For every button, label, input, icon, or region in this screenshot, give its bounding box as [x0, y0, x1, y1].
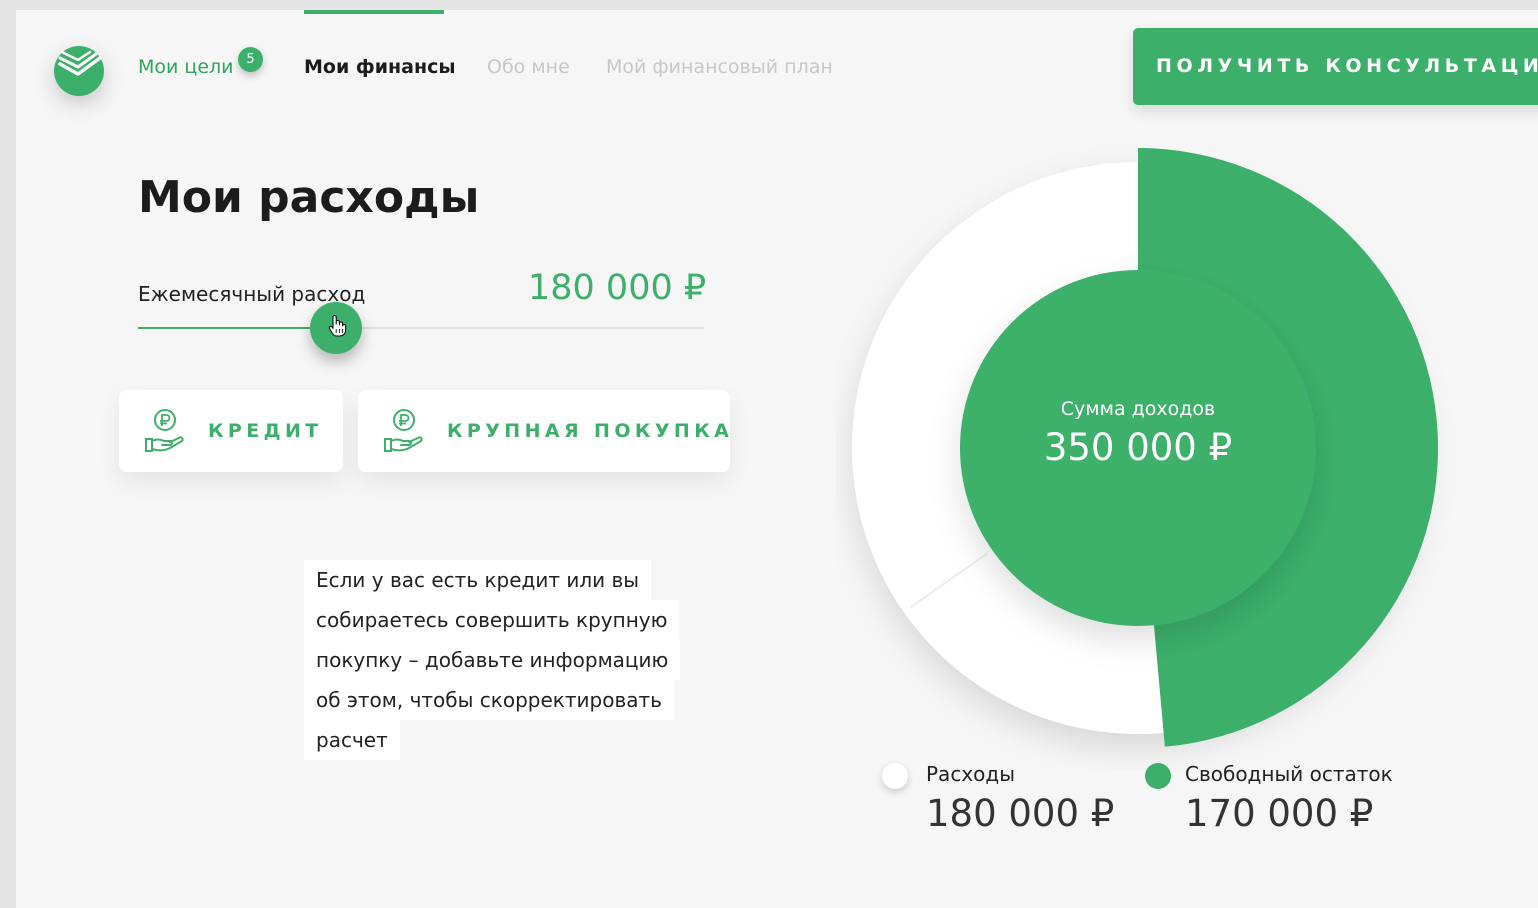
income-total-label: Сумма доходов: [1060, 398, 1216, 420]
monthly-expense-value: 180 000 ₽: [528, 268, 707, 308]
nav-item-goals[interactable]: Мои цели: [138, 56, 234, 78]
ruble-hand-icon: [145, 409, 184, 452]
get-consultation-button[interactable]: ПОЛУЧИТЬ КОНСУЛЬТАЦИЮ: [1133, 28, 1538, 105]
nav-item-about[interactable]: Обо мне: [487, 56, 570, 78]
legend-expenses-marker: [882, 763, 908, 789]
hint-line: собираетесь совершить крупную: [304, 600, 680, 640]
app-frame: Мои цели 5 Мои финансы Обо мне Мой финан…: [16, 10, 1538, 908]
legend-free-balance-label: Свободный остаток: [1185, 762, 1393, 786]
sber-logo-icon[interactable]: [52, 44, 106, 98]
nav-active-indicator: [304, 10, 444, 14]
goals-count-badge: 5: [238, 47, 263, 72]
slider-handle[interactable]: [310, 302, 362, 354]
income-total-value: 350 000 ₽: [1043, 426, 1233, 469]
hint-tooltip: Если у вас есть кредит или вы собираетес…: [304, 560, 681, 760]
hand-cursor-icon: [328, 314, 347, 337]
credit-tile-label: КРЕДИТ: [208, 420, 323, 442]
legend-expenses-value: 180 000 ₽: [926, 792, 1115, 835]
nav-item-finances[interactable]: Мои финансы: [304, 56, 456, 78]
ruble-hand-icon: [384, 409, 423, 452]
monthly-expense-slider[interactable]: [138, 302, 704, 354]
hint-line: Если у вас есть кредит или вы: [304, 560, 652, 600]
hint-line: расчет: [304, 720, 400, 760]
legend-free-balance-value: 170 000 ₽: [1185, 792, 1374, 835]
big-purchase-tile-label: КРУПНАЯ ПОКУПКА: [447, 420, 734, 442]
legend-free-balance-marker: [1145, 763, 1171, 789]
slider-fill: [138, 327, 336, 329]
nav-item-financial-plan[interactable]: Мой финансовый план: [606, 56, 833, 78]
page-title: Мои расходы: [138, 172, 480, 223]
legend-expenses-label: Расходы: [926, 762, 1016, 786]
hint-line: покупку – добавьте информацию: [304, 640, 681, 680]
credit-tile-button[interactable]: КРЕДИТ: [119, 390, 343, 472]
hint-line: об этом, чтобы скорректировать: [304, 680, 674, 720]
big-purchase-tile-button[interactable]: КРУПНАЯ ПОКУПКА: [358, 390, 730, 472]
